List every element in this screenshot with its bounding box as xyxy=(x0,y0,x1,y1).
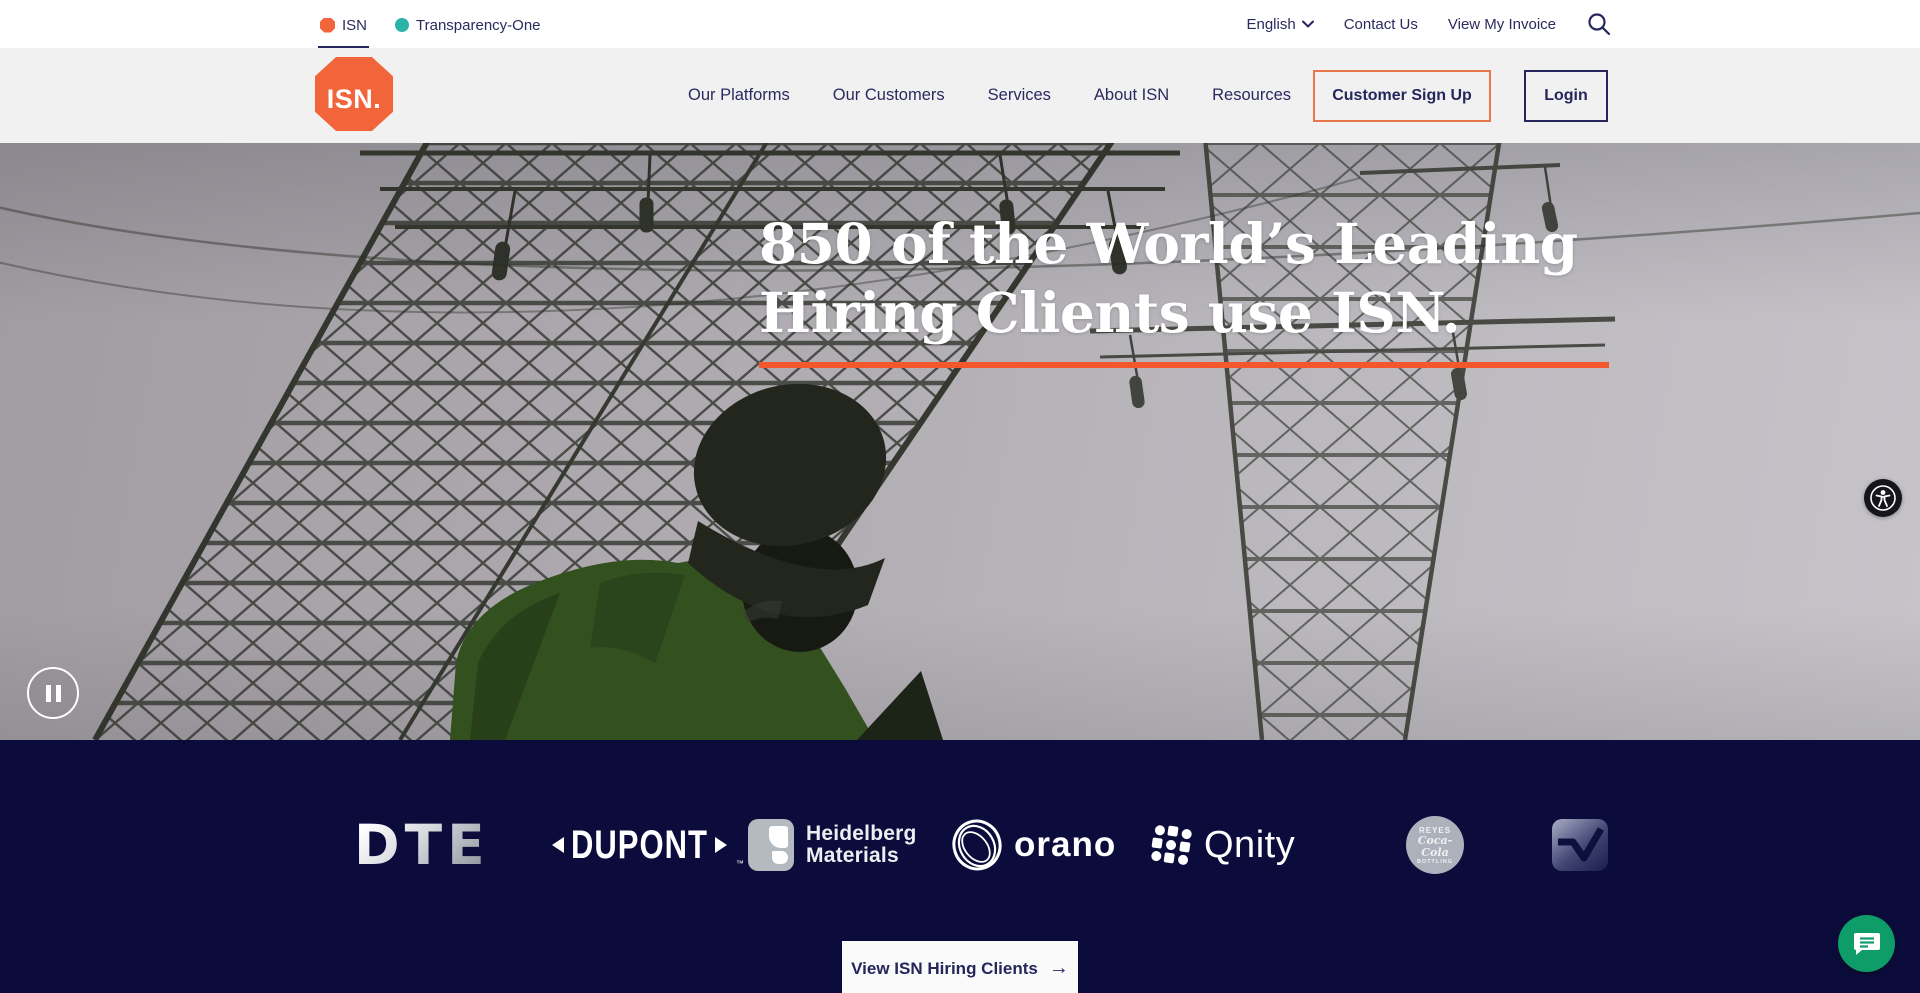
nav-item-our-customers[interactable]: Our Customers xyxy=(833,86,945,105)
language-label: English xyxy=(1246,16,1295,33)
logo-partial-v xyxy=(1552,819,1608,871)
view-hiring-clients-button[interactable]: View ISN Hiring Clients → xyxy=(842,941,1078,993)
accessibility-button[interactable] xyxy=(1864,479,1902,517)
search-icon[interactable] xyxy=(1586,11,1612,37)
brand-tabs: ISN Transparency-One xyxy=(318,0,543,48)
accessibility-icon xyxy=(1867,482,1899,514)
contact-us-link[interactable]: Contact Us xyxy=(1344,16,1418,33)
top-utility-bar: ISN Transparency-One English Contact Us … xyxy=(0,0,1920,48)
login-button[interactable]: Login xyxy=(1524,70,1608,122)
nav-item-resources[interactable]: Resources xyxy=(1212,86,1291,105)
v-checkmark-icon xyxy=(1556,825,1604,865)
view-hiring-clients-label: View ISN Hiring Clients xyxy=(851,959,1038,979)
tab-isn[interactable]: ISN xyxy=(318,0,369,48)
topbar-links: English Contact Us View My Invoice xyxy=(1246,0,1612,48)
video-pause-button[interactable] xyxy=(27,667,79,719)
language-selector[interactable]: English xyxy=(1246,16,1313,33)
logo-dupont: DUPONT ™ xyxy=(552,822,744,868)
contact-us-label: Contact Us xyxy=(1344,16,1418,33)
hero-section: 850 of the World’s Leading Hiring Client… xyxy=(0,143,1920,740)
qnity-dots-icon xyxy=(1148,822,1194,868)
tab-transparency-one-label: Transparency-One xyxy=(416,17,541,34)
hero-headline-underline xyxy=(759,362,1609,368)
logo-qnity: Qnity xyxy=(1148,821,1295,869)
chevron-down-icon xyxy=(1302,20,1314,28)
tab-isn-label: ISN xyxy=(342,17,367,34)
nav-item-about-isn[interactable]: About ISN xyxy=(1094,86,1169,105)
nav-menu: Our Platforms Our Customers Services Abo… xyxy=(688,48,1291,143)
dupont-right-arrow-icon xyxy=(715,837,727,853)
logo-heidelberg-materials: Heidelberg Materials xyxy=(748,819,917,871)
isn-octagon-icon xyxy=(320,18,335,33)
nav-item-our-platforms[interactable]: Our Platforms xyxy=(688,86,790,105)
hero-headline-line1: 850 of the World’s Leading xyxy=(759,209,1629,278)
logo-reyes-coca-cola: REYES Coca-Cola BOTTLING xyxy=(1406,816,1464,874)
live-chat-button[interactable] xyxy=(1838,915,1895,972)
pause-icon xyxy=(46,685,51,702)
tab-transparency-one[interactable]: Transparency-One xyxy=(393,0,543,48)
isn-logo[interactable]: ISN. xyxy=(315,57,393,131)
client-logo-strip: DTE DUPONT ™ Heidelberg Materials oran xyxy=(0,740,1920,993)
chat-icon xyxy=(1852,930,1882,958)
isn-homepage: ISN Transparency-One English Contact Us … xyxy=(0,0,1920,993)
main-navigation: ISN. Our Platforms Our Customers Service… xyxy=(0,48,1920,143)
dupont-left-arrow-icon xyxy=(552,837,564,853)
nav-item-services[interactable]: Services xyxy=(988,86,1051,105)
hero-headline-line2: Hiring Clients use ISN. xyxy=(759,278,1629,347)
hero-headline: 850 of the World’s Leading Hiring Client… xyxy=(759,209,1629,347)
transparency-one-icon xyxy=(395,18,409,32)
orano-swirl-icon xyxy=(950,818,1004,872)
customer-sign-up-button[interactable]: Customer Sign Up xyxy=(1313,70,1491,122)
isn-logo-text: ISN. xyxy=(327,74,382,115)
view-my-invoice-link[interactable]: View My Invoice xyxy=(1448,16,1556,33)
logo-dte: DTE xyxy=(354,817,490,873)
heidelberg-materials-icon xyxy=(748,819,794,871)
arrow-right-icon: → xyxy=(1049,957,1069,980)
logo-orano: orano xyxy=(950,819,1116,871)
view-my-invoice-label: View My Invoice xyxy=(1448,16,1556,33)
